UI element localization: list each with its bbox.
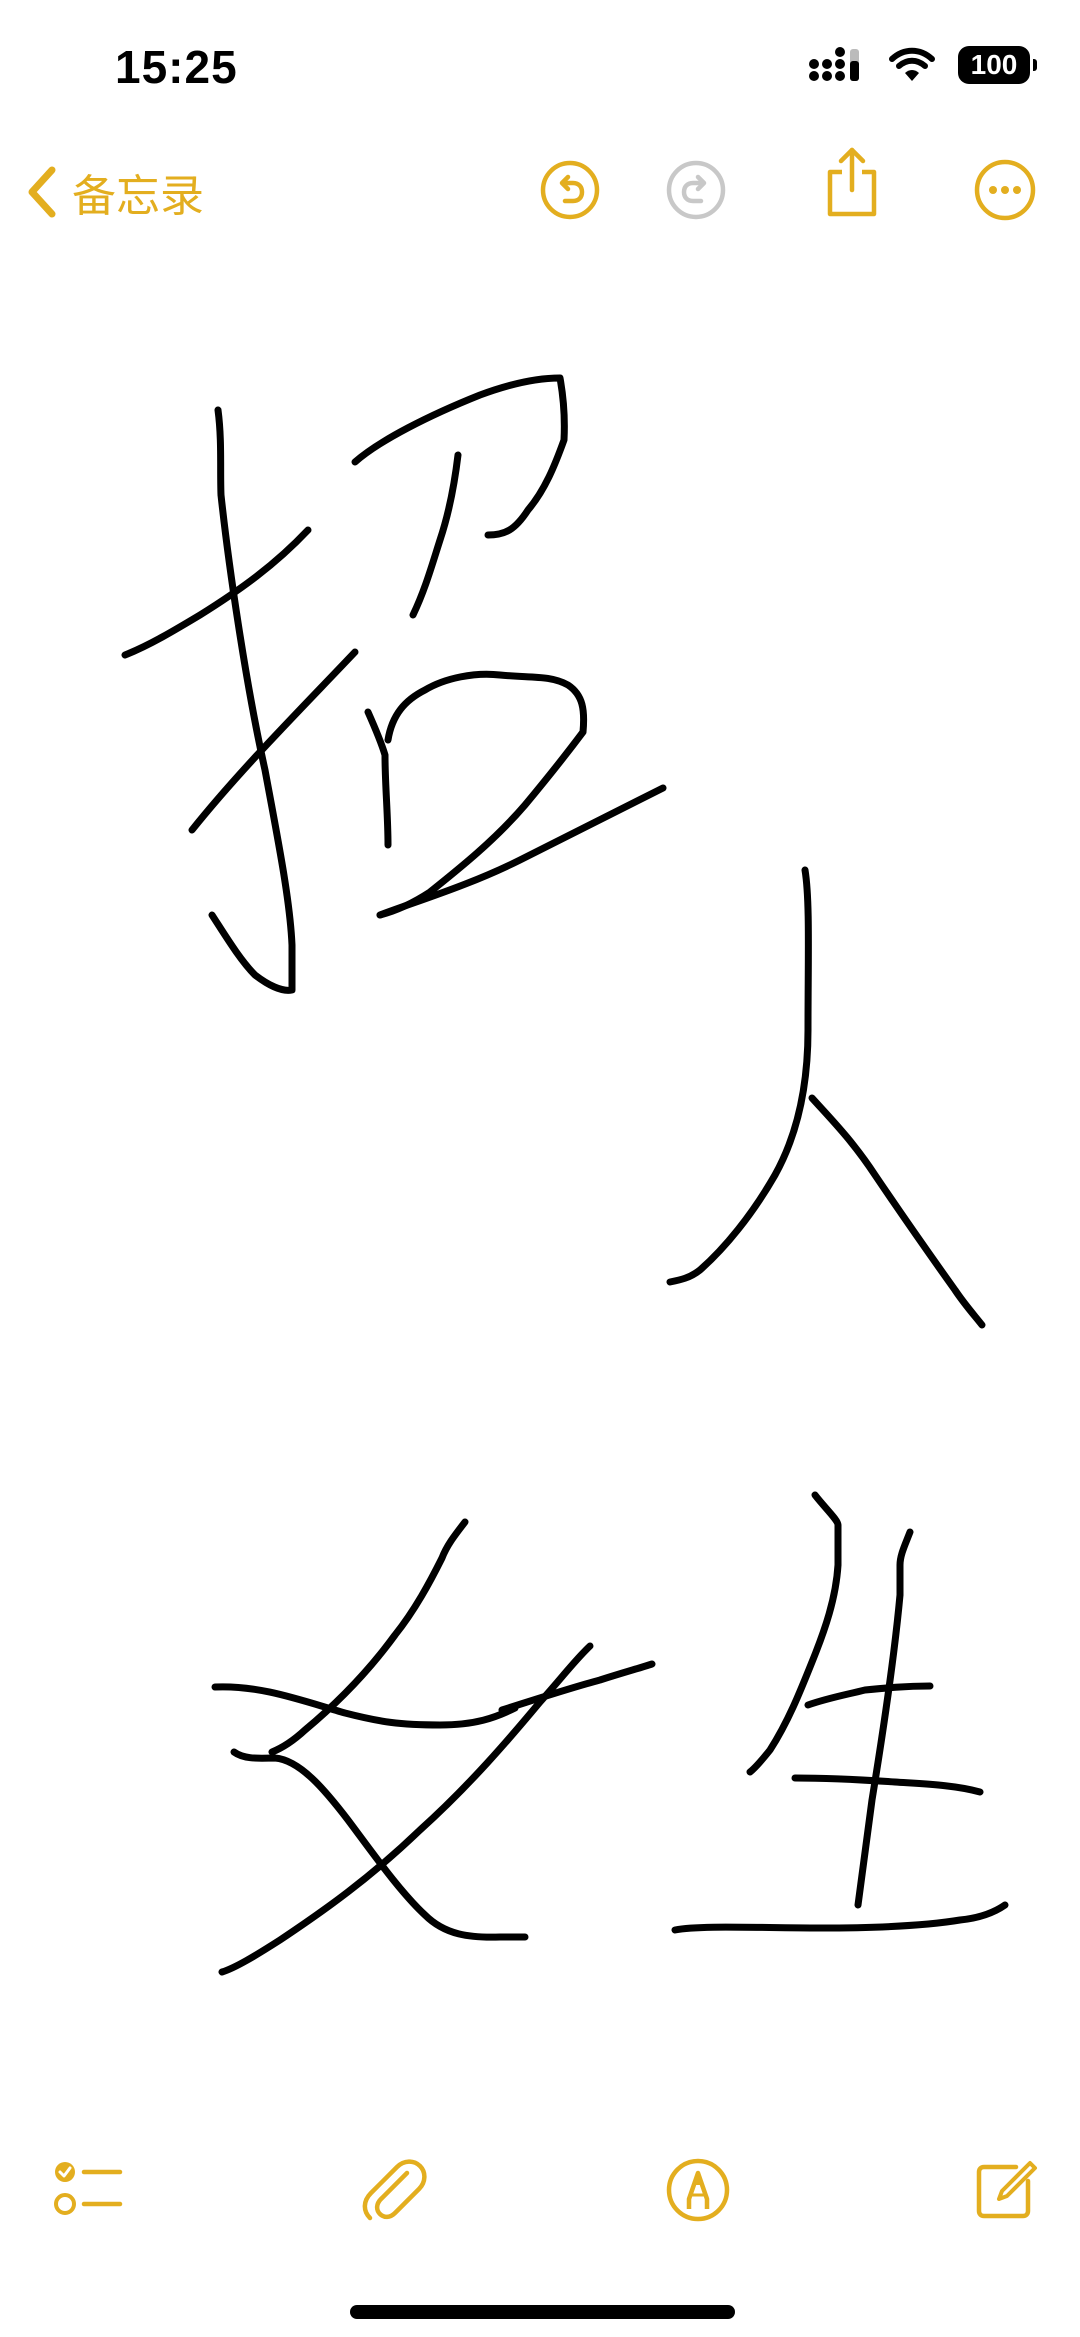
paperclip-icon (362, 2159, 427, 2221)
compose-icon (976, 2161, 1037, 2219)
chevron-left-icon (28, 166, 56, 218)
back-button[interactable]: 备忘录 (22, 160, 204, 224)
status-icons: 100 (808, 46, 1037, 84)
notes-screen: 15:25 100 备忘录 (0, 0, 1080, 2337)
markup-button[interactable] (658, 2150, 738, 2230)
back-label: 备忘录 (72, 171, 204, 222)
compose-button[interactable] (965, 2150, 1045, 2230)
ink-stroke (808, 1094, 986, 1329)
ink-stroke (791, 1774, 984, 1796)
home-indicator[interactable] (350, 2305, 735, 2319)
checklist-icon (54, 2162, 123, 2215)
checklist-button[interactable] (48, 2150, 128, 2230)
ink-stroke (804, 1682, 934, 1709)
ink-stroke (208, 406, 296, 994)
undo-button[interactable] (538, 158, 602, 222)
battery-indicator: 100 (958, 46, 1037, 84)
more-icon (974, 159, 1036, 221)
ink-stroke (746, 1491, 842, 1776)
ink-stroke (409, 451, 462, 619)
redo-button[interactable] (664, 158, 728, 222)
ink-stroke (854, 1528, 914, 1909)
ink-stroke (211, 1683, 519, 1729)
battery-level: 100 (970, 49, 1018, 80)
more-button[interactable] (973, 158, 1037, 222)
cellular-signal-icon (809, 47, 859, 81)
ink-stroke (230, 1748, 529, 1941)
undo-icon (540, 160, 600, 220)
redo-icon (666, 160, 726, 220)
drawing-canvas[interactable] (0, 0, 1080, 2337)
ink-stroke (498, 1660, 656, 1714)
ink-stroke (671, 1901, 1009, 1934)
wifi-icon (889, 47, 935, 81)
status-time: 15:25 (115, 41, 238, 93)
markup-pen-icon (666, 2158, 730, 2222)
ink-stroke (364, 708, 392, 849)
share-button[interactable] (820, 147, 884, 217)
share-icon (827, 147, 877, 217)
ink-stroke (121, 526, 312, 659)
ink-stroke (666, 866, 812, 1286)
attach-button[interactable] (354, 2150, 434, 2230)
